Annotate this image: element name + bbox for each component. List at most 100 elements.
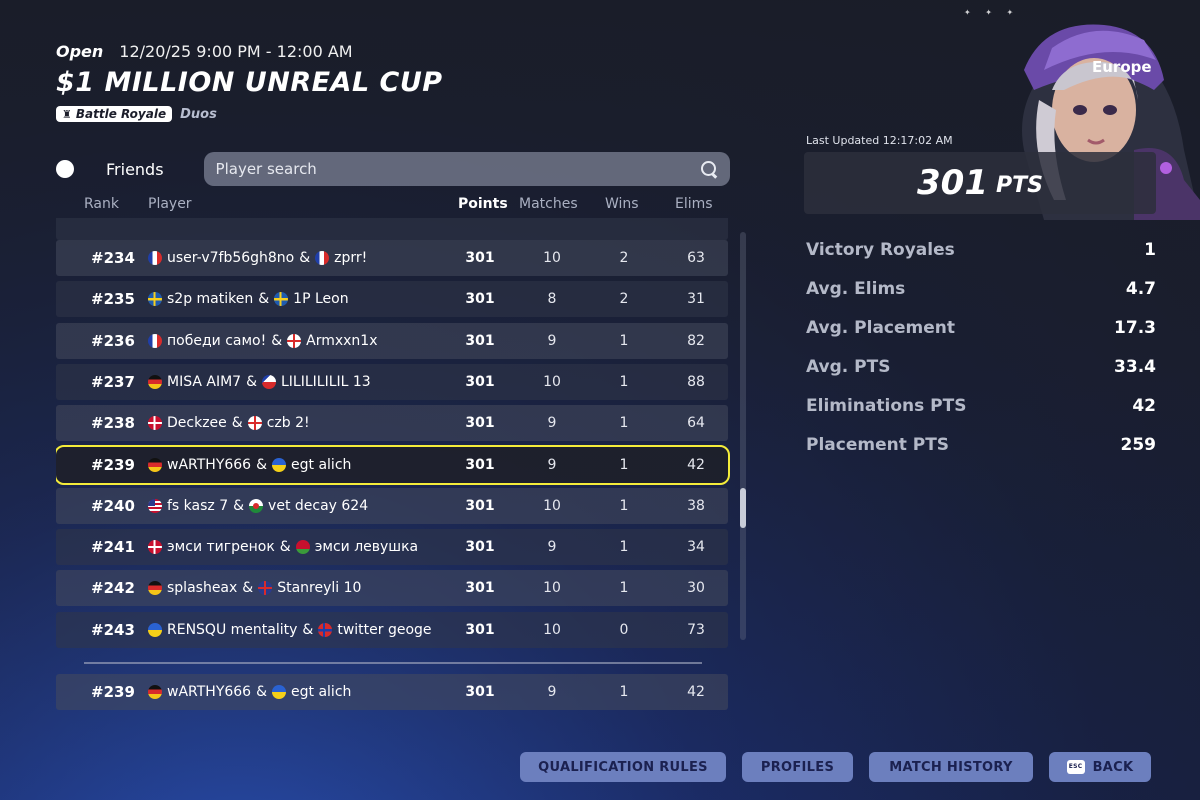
friends-toggle[interactable] xyxy=(56,160,74,178)
flag-icon xyxy=(272,457,287,472)
flag-icon xyxy=(274,292,289,307)
stat-label: Placement PTS xyxy=(806,435,950,455)
player-name: эмси левушка xyxy=(314,539,419,556)
separator: & xyxy=(246,373,257,390)
player-name: wARTHY666 xyxy=(167,456,252,473)
trophy-icon: ♜ xyxy=(62,107,72,121)
rank-cell: #241 xyxy=(91,538,135,557)
player-cell: MISA AIM7 & LILILILILIL 13 xyxy=(148,364,371,400)
rank-cell: #238 xyxy=(91,414,135,433)
flag-icon xyxy=(148,498,162,513)
column-header-matches: Matches xyxy=(519,196,578,212)
table-row[interactable]: #235 s2p matiken & 1P Leon 301 8 2 31 xyxy=(56,281,728,318)
player-name: fs kasz 7 xyxy=(167,497,229,514)
stat-row: Placement PTS 259 xyxy=(806,435,1156,455)
player-cell: Deckzee & czb 2! xyxy=(148,405,310,441)
search-icon[interactable] xyxy=(700,160,718,178)
separator: & xyxy=(242,580,254,597)
table-row-highlighted[interactable]: #239 wARTHY666 & egt alich 301 9 1 42 xyxy=(56,444,730,485)
region-label: Europe xyxy=(1092,58,1152,76)
elims-cell: 64 xyxy=(687,415,705,432)
column-header-player: Player xyxy=(148,196,192,212)
matches-cell: 9 xyxy=(547,539,557,556)
separator: & xyxy=(302,621,314,638)
separator: & xyxy=(256,684,268,700)
points-cell: 301 xyxy=(465,373,495,390)
rank-cell: #236 xyxy=(91,331,135,350)
flag-icon xyxy=(148,292,162,307)
player-name: wARTHY666 xyxy=(167,684,252,700)
stat-value: 42 xyxy=(1132,396,1156,416)
total-points-value: 301 xyxy=(917,163,988,203)
decorative-stars: ✦ ✦ ✦ xyxy=(964,8,1020,17)
separator: & xyxy=(299,250,311,266)
matches-cell: 9 xyxy=(547,332,557,349)
column-header-points: Points xyxy=(458,196,508,212)
elims-cell: 34 xyxy=(687,539,705,556)
flag-icon xyxy=(287,333,302,348)
back-button[interactable]: ESC BACK xyxy=(1049,752,1151,782)
player-name: Deckzee xyxy=(167,415,227,432)
event-datetime: 12/20/25 9:00 PM - 12:00 AM xyxy=(119,42,353,61)
qualification-rules-button[interactable]: QUALIFICATION RULES xyxy=(520,752,726,782)
table-row[interactable]: #241 эмси тигренок & эмси левушка 301 9 1 34 xyxy=(56,529,728,566)
esc-key-icon: ESC xyxy=(1066,760,1085,774)
rank-cell: #234 xyxy=(91,249,135,267)
page-title: $1 MILLION UNREAL CUP xyxy=(56,67,443,98)
team-size-label: Duos xyxy=(180,106,217,122)
own-team-row[interactable]: #239 wARTHY666 & egt alich 301 9 1 42 xyxy=(56,674,728,710)
table-row[interactable]: #237 MISA AIM7 & LILILILILIL 13 301 10 1 88 xyxy=(56,363,728,400)
matches-cell: 8 xyxy=(547,291,557,308)
player-name: Stanreyli 10 xyxy=(277,580,362,597)
stat-label: Avg. PTS xyxy=(806,357,891,377)
profiles-button[interactable]: PROFILES xyxy=(742,752,853,782)
matches-cell: 9 xyxy=(547,456,557,473)
elims-cell: 73 xyxy=(687,621,705,638)
table-row[interactable]: #243 RENSQU mentality & twitter geoge 301 10 0… xyxy=(56,611,728,648)
wins-cell: 2 xyxy=(619,250,629,266)
elims-cell: 82 xyxy=(687,332,705,349)
back-button-label: BACK xyxy=(1092,759,1134,775)
flag-icon xyxy=(148,374,162,389)
stat-row: Avg. Placement 17.3 xyxy=(806,318,1156,338)
stat-value: 1 xyxy=(1144,240,1156,260)
event-header: Open 12/20/25 9:00 PM - 12:00 AM $1 MILL… xyxy=(56,42,443,122)
match-history-button[interactable]: MATCH HISTORY xyxy=(869,752,1033,782)
table-row[interactable]: #236 победи само! & Armxxn1x 301 9 1 82 xyxy=(56,322,728,359)
separator: & xyxy=(271,332,283,349)
mode-badge-label: Battle Royale xyxy=(75,107,167,121)
table-row-partial[interactable] xyxy=(56,218,728,240)
elims-cell: 88 xyxy=(687,373,705,390)
table-row[interactable]: #234 user-v7fb56gh8no & zprr! 301 10 2 63 xyxy=(56,240,728,276)
wins-cell: 1 xyxy=(619,497,629,514)
table-row[interactable]: #242 splasheax & Stanreyli 10 301 10 1 30 xyxy=(56,570,728,607)
wins-cell: 1 xyxy=(619,456,629,473)
wins-cell: 0 xyxy=(619,621,629,638)
search-input[interactable] xyxy=(215,160,700,178)
stat-label: Avg. Placement xyxy=(806,318,956,338)
matches-cell: 10 xyxy=(543,497,561,514)
table-row[interactable]: #240 fs kasz 7 & vet decay 624 301 10 1 38 xyxy=(56,487,728,524)
scrollbar-thumb[interactable] xyxy=(740,488,746,528)
matches-cell: 10 xyxy=(543,621,561,638)
stat-row: Eliminations PTS 42 xyxy=(806,396,1156,416)
wins-cell: 1 xyxy=(619,332,629,349)
player-cell: эмси тигренок & эмси левушка xyxy=(148,529,418,565)
stat-label: Eliminations PTS xyxy=(806,396,967,416)
stat-label: Victory Royales xyxy=(806,240,955,260)
total-points-box: 301 PTS xyxy=(804,152,1156,214)
stat-value: 17.3 xyxy=(1114,318,1156,338)
table-row[interactable]: #238 Deckzee & czb 2! 301 9 1 64 xyxy=(56,405,728,442)
points-cell: 301 xyxy=(465,621,495,638)
leaderboard-list[interactable]: #234 user-v7fb56gh8no & zprr! 301 10 2 63 #235 s2… xyxy=(56,218,730,648)
matches-cell: 10 xyxy=(543,250,561,266)
stat-row: Avg. PTS 33.4 xyxy=(806,357,1156,377)
flag-icon xyxy=(148,581,162,596)
points-cell: 301 xyxy=(465,456,495,473)
scrollbar-track[interactable] xyxy=(740,232,746,640)
points-cell: 301 xyxy=(465,539,495,556)
player-search[interactable] xyxy=(203,152,730,186)
points-cell: 301 xyxy=(465,497,495,514)
player-name: победи само! xyxy=(167,332,267,349)
flag-icon xyxy=(315,251,330,265)
